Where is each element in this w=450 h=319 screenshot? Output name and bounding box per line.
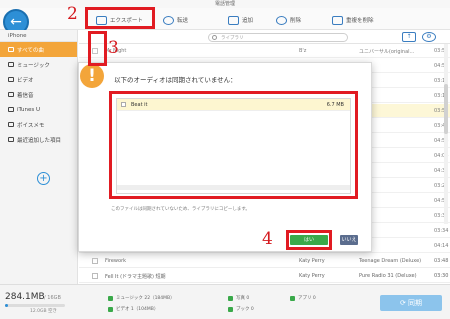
search-placeholder: ライブラリ [221,36,244,41]
song-title: Fell It (ドラマ主題歌) 短期 [105,274,166,280]
storage-bar [5,304,65,307]
search-input[interactable]: ライブラリ [208,33,348,42]
step-number-3: 3 [108,38,119,58]
sync-button[interactable]: ⟳ 同期 [380,295,442,311]
stat-label: ビデオ 1（104MB） [116,307,159,312]
sidebar-item-label: ミュージック [17,62,50,69]
dedupe-icon [332,15,343,25]
music-icon [8,62,14,67]
table-row[interactable]: Fell It (ドラマ主題歌) 短期 Katy Perry Pure Radio … [79,269,450,283]
photo-icon [228,295,233,301]
delete-icon [276,15,287,25]
storage-bar-fill [5,304,8,307]
song-album: Pure Radio 31 (Deluxe) [359,273,417,279]
file-list: Beat it 6.7 MB [116,98,351,194]
sidebar-item-label: 最近追加した項目 [17,137,62,144]
device-name: iPhone [0,30,77,42]
list-item[interactable]: Beat it 6.7 MB [117,99,350,111]
sidebar-item-label: ボイスメモ [17,122,45,129]
add-button[interactable]: 追加 [228,13,253,27]
stat-book: ブック 0 [228,306,254,312]
sidebar: iPhone すべての曲 ミュージック ビデオ 着信音 iTunes U ボイス… [0,30,78,284]
video-icon [8,77,14,82]
delete-label: 削除 [290,18,302,24]
add-label: 追加 [242,18,254,24]
stat-label: アプリ 0 [298,296,316,301]
sync-icon: ⟳ [399,299,409,307]
file-size: 6.7 MB [326,102,344,108]
sidebar-item-label: すべての曲 [17,47,44,54]
sidebar-item-video[interactable]: ビデオ [0,72,77,87]
book-icon [228,306,233,312]
transfer-label: 転送 [177,18,189,24]
graduation-icon [8,107,14,112]
storage-used: 284.1MB [5,292,45,302]
mic-icon [8,122,14,127]
file-checkbox[interactable] [121,102,126,107]
sidebar-item-label: ビデオ [17,77,34,84]
step-number-2: 2 [67,4,78,24]
stat-video: ビデオ 1（104MB） [108,306,158,312]
sidebar-item-voice-memo[interactable]: ボイスメモ [0,117,77,132]
file-list-scrollbar[interactable] [117,185,350,190]
export-highlight [85,7,155,29]
dedupe-label: 重複を削除 [346,18,374,24]
dialog-note: このファイルは同期されていないため、ライブラリにコピーします。 [111,207,250,212]
sync-label: 同期 [408,299,423,307]
search-icon [212,35,217,40]
import-button[interactable]: ↑ [402,32,416,42]
song-duration: 03:30 [434,273,449,279]
sidebar-item-ringtone[interactable]: 着信音 [0,87,77,102]
warning-icon: ! [80,64,104,88]
add-icon [228,15,239,25]
transfer-icon [163,15,174,25]
file-list-highlight: Beat it 6.7 MB [109,91,358,199]
stat-label: ブック 0 [236,307,254,312]
stat-music: ミュージック 22（184MB） [108,295,175,301]
sidebar-item-itunes-u[interactable]: iTunes U [0,102,77,117]
stat-label: ミュージック 22（184MB） [116,296,175,301]
file-name: Beat it [131,102,148,108]
plus-icon: + [39,173,48,184]
music-icon [8,47,14,52]
sidebar-item-music[interactable]: ミュージック [0,57,77,72]
app-icon [290,295,295,301]
add-playlist-button[interactable]: + [37,172,50,185]
dedupe-button[interactable]: 重複を削除 [332,13,374,27]
cancel-button[interactable]: いいえ [340,235,358,245]
sidebar-item-recent[interactable]: 最近追加した項目 [0,132,77,147]
gear-icon: ⚙ [426,33,432,40]
video-icon [108,306,113,312]
import-icon: ↑ [406,33,412,40]
stat-photo: 写真 0 [228,295,249,301]
stat-label: 写真 0 [236,296,250,301]
sidebar-item-label: iTunes U [17,106,41,113]
music-icon [108,295,113,301]
stat-app: アプリ 0 [290,295,316,301]
dialog-message: 以下のオーディオは同期されていません： [114,76,237,84]
storage-total: / 16GB [44,295,61,301]
storage-free: 12.0GB 空き [30,309,58,314]
ok-button[interactable]: はい [290,235,328,245]
row-checkbox[interactable] [92,273,98,279]
transfer-button[interactable]: 転送 [163,13,188,27]
select-all-highlight [88,31,107,66]
arrow-left-icon: ← [10,14,22,30]
song-artist: Katy Perry [299,273,325,279]
sidebar-item-all-songs[interactable]: すべての曲 [0,42,77,57]
settings-button[interactable]: ⚙ [422,32,436,42]
sidebar-item-label: 着信音 [17,92,34,99]
step-number-4: 4 [262,229,273,249]
delete-button[interactable]: 削除 [276,13,301,27]
clock-icon [8,137,14,142]
bell-icon [8,92,14,97]
